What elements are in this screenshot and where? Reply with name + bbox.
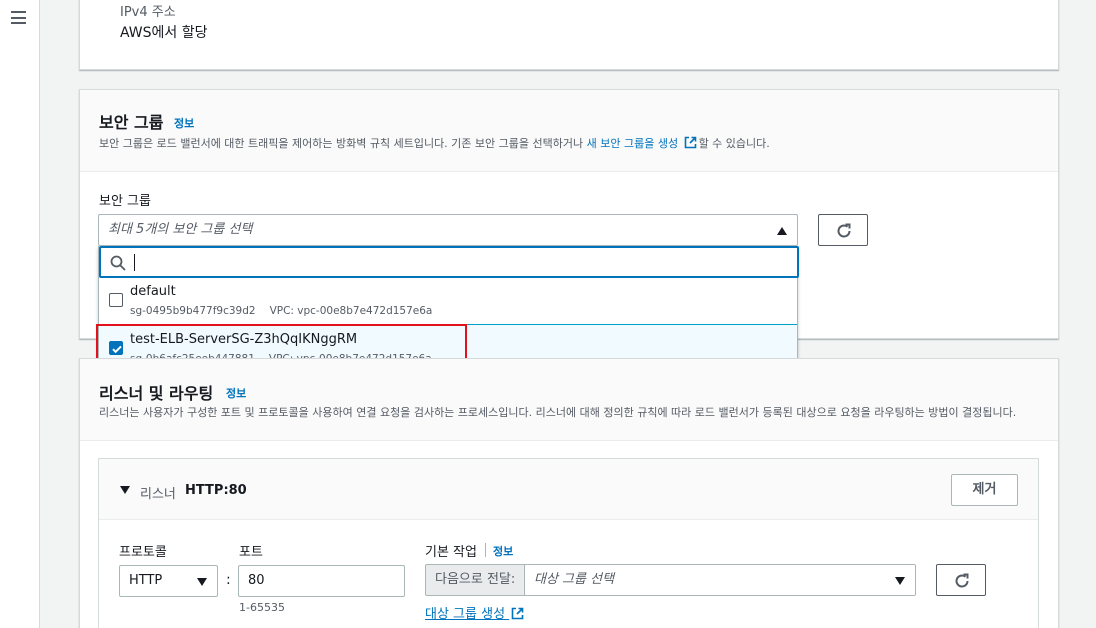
security-groups-title: 보안 그룹 — [99, 113, 164, 132]
refresh-security-groups-button[interactable] — [818, 214, 868, 246]
external-link-icon — [684, 136, 696, 149]
label-divider — [485, 543, 486, 557]
side-navigation-rail — [0, 0, 40, 628]
security-groups-multiselect[interactable]: 최대 5개의 보안 그룹 선택 — [98, 214, 798, 246]
forward-prefix: 다음으로 전달: — [425, 564, 525, 596]
security-groups-description: 보안 그룹은 로드 밸런서에 대한 트래픽을 제어하는 방화벽 규칙 세트입니다… — [99, 135, 770, 151]
listener-value: HTTP:80 — [185, 483, 247, 498]
security-groups-info-link[interactable]: 정보 — [174, 115, 194, 131]
target-group-placeholder: 대상 그룹 선택 — [534, 572, 615, 587]
text-cursor — [134, 254, 135, 271]
ip-address-panel: IPv4 주소 AWS에서 할당 — [79, 0, 1059, 70]
listeners-title: 리스너 및 라우팅 — [99, 384, 214, 403]
security-groups-search-input[interactable] — [99, 246, 799, 278]
security-group-option[interactable]: default sg-0495b9b477f9c39d2 VPC: vpc-00e… — [99, 277, 797, 326]
hamburger-menu-icon[interactable] — [11, 11, 26, 24]
option-vpc: VPC: vpc-00e8b7e472d157e6a — [269, 305, 433, 317]
create-target-group-text: 대상 그룹 생성 — [425, 607, 506, 622]
port-hint: 1-65535 — [239, 601, 285, 614]
protocol-select[interactable]: HTTP — [119, 565, 218, 597]
ip-type-value: AWS에서 할당 — [120, 25, 208, 41]
listener-label: 리스너 — [140, 487, 176, 502]
listeners-description: 리스너는 사용자가 구성한 포트 및 프로토콜을 사용하여 연결 요청을 검사하… — [99, 406, 1017, 419]
default-action-label: 기본 작업 — [425, 545, 477, 560]
protocol-value: HTTP — [129, 573, 163, 588]
security-groups-field-label: 보안 그룹 — [99, 194, 151, 209]
refresh-target-groups-button[interactable] — [936, 564, 986, 596]
listener-header: 리스너 HTTP:80 제거 — [99, 459, 1038, 520]
protocol-label: 프로토콜 — [119, 545, 167, 560]
security-groups-description-text: 보안 그룹은 로드 밸런서에 대한 트래픽을 제어하는 방화벽 규칙 세트입니다… — [99, 137, 584, 150]
refresh-icon — [955, 573, 969, 588]
caret-down-icon — [895, 577, 905, 585]
security-groups-description-end: 할 수 있습니다. — [698, 137, 770, 150]
external-link-icon — [511, 607, 524, 620]
ip-type-label: IPv4 주소 — [120, 5, 176, 20]
create-security-group-link[interactable]: 새 보안 그룹을 생성 — [587, 137, 678, 150]
caret-up-icon — [777, 227, 787, 235]
caret-down-icon — [197, 578, 207, 586]
caret-down-icon[interactable] — [120, 486, 130, 494]
option-meta: sg-0495b9b477f9c39d2 VPC: vpc-00e8b7e472d… — [130, 305, 432, 317]
search-icon — [110, 255, 126, 271]
protocol-port-separator: : — [226, 572, 231, 588]
option-name: default — [130, 284, 176, 299]
target-group-select[interactable]: 대상 그룹 선택 — [524, 564, 916, 596]
remove-listener-button[interactable]: 제거 — [951, 474, 1018, 506]
checkbox-unchecked-icon[interactable] — [109, 293, 123, 307]
port-input[interactable]: 80 — [238, 565, 405, 597]
port-label: 포트 — [239, 545, 263, 560]
security-groups-header — [80, 90, 1058, 172]
create-target-group-link[interactable]: 대상 그룹 생성 — [425, 603, 526, 622]
refresh-icon — [837, 223, 851, 238]
option-id: sg-0495b9b477f9c39d2 — [130, 305, 256, 317]
default-action-info-link[interactable]: 정보 — [493, 543, 513, 559]
listeners-info-link[interactable]: 정보 — [226, 385, 246, 401]
security-groups-placeholder: 최대 5개의 보안 그룹 선택 — [108, 222, 253, 237]
